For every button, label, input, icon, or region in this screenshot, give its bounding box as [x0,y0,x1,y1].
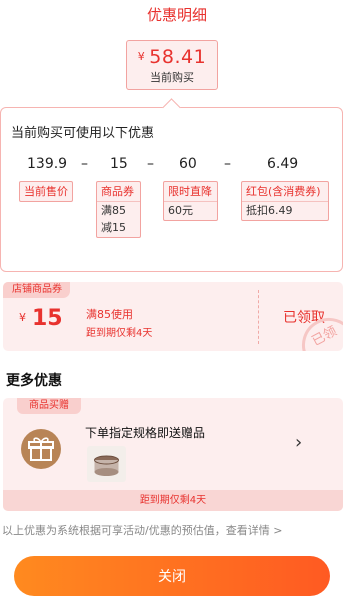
gift-offer-description: 下单指定规格即送赠品 [85,426,206,440]
tag-flash-discount: 限时直降 60元 [163,181,218,221]
gift-product-thumbnail[interactable] [87,446,126,482]
coupon-divider [258,290,259,344]
store-coupon-label: 店铺商品券 [3,282,70,298]
tag-current-price-label: 当前售价 [24,185,68,198]
tag-red-packet-label: 红包(含消费券) [242,183,328,202]
breakdown-title: 当前购买可使用以下优惠 [11,126,155,141]
gift-offer-label: 商品买赠 [17,398,81,414]
currency-symbol: ¥ [137,50,146,63]
page-title: 优惠明细 [146,6,207,24]
value-coupon: 15 [110,156,128,172]
tag-current-price: 当前售价 [19,181,73,202]
tag-product-coupon: 商品券 满85 减15 [96,181,141,238]
value-minus-sign: – [147,156,154,172]
tag-flash-discount-label: 限时直降 [164,183,217,202]
value-red-packet: 6.49 [267,156,299,172]
tag-product-coupon-condition: 满85 [101,204,126,217]
tag-flash-discount-amount: 60元 [168,204,193,217]
store-coupon-value: 15 [32,306,63,331]
tag-red-packet-amount: 抵扣6.49 [246,204,293,217]
store-coupon-condition: 满85使用 [86,308,133,321]
value-minus-sign: – [81,156,88,172]
store-coupon-currency: ¥ [19,311,26,324]
current-price-amount: 58.41 [149,46,207,68]
value-flash-discount: 60 [179,156,197,172]
discount-breakdown-panel: 当前购买可使用以下优惠 139.9 – 15 – 60 – 6.49 当前售价 … [0,98,344,272]
tag-product-coupon-label: 商品券 [97,183,140,202]
chevron-right-icon[interactable]: › [295,432,302,453]
gift-offer-card[interactable]: 商品买赠 下单指定规格即送赠品 › 距到期仅剩4天 [3,398,343,511]
tag-product-coupon-amount: 减15 [101,221,126,234]
gift-box-icon [21,429,61,469]
value-minus-sign: – [224,156,231,172]
current-price: ¥58.41 [127,46,217,68]
store-coupon-amount: ¥15 [19,306,63,331]
store-coupon-card[interactable]: 店铺商品券 ¥15 满85使用 距到期仅剩4天 已领取 已领 [3,282,343,351]
gift-offer-expiry: 距到期仅剩4天 [3,490,343,511]
current-price-box: ¥58.41 当前购买 [126,40,218,90]
tag-red-packet: 红包(含消费券) 抵扣6.49 [241,181,329,221]
estimate-note-link[interactable]: 以上优惠为系统根据可享活动/优惠的预估值，查看详情 > [2,522,282,538]
current-price-caption: 当前购买 [150,71,194,84]
value-original-price: 139.9 [27,156,68,172]
panel-pointer [162,98,181,117]
breakdown-values: 139.9 – 15 – 60 – 6.49 [1,156,344,174]
close-button[interactable]: 关闭 [14,556,330,596]
more-offers-title: 更多优惠 [6,373,62,389]
store-coupon-expiry: 距到期仅剩4天 [86,328,153,339]
